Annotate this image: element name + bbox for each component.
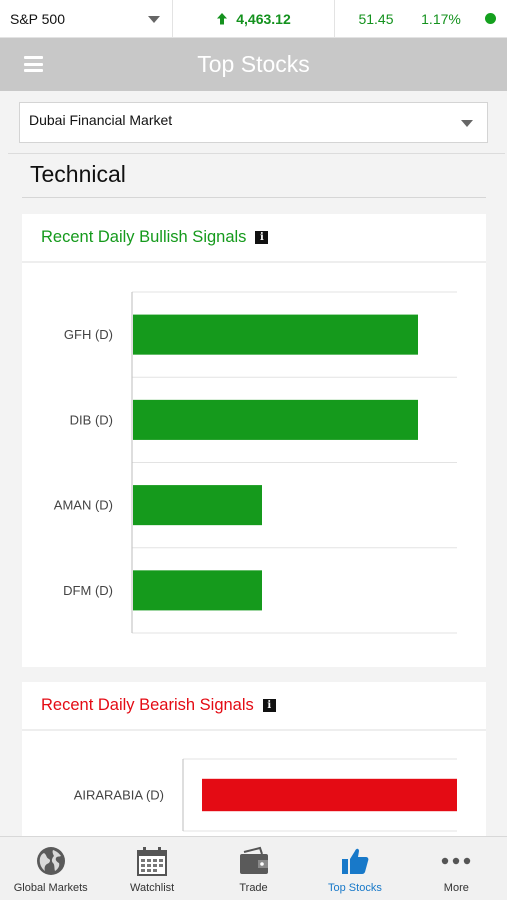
page-title: Top Stocks [197, 51, 310, 77]
index-value: 4,463.12 [236, 10, 291, 27]
index-label: S&P 500 [10, 10, 66, 27]
nav-label: Watchlist [130, 882, 175, 894]
nav-label: Trade [239, 882, 268, 894]
info-icon[interactable]: i [255, 231, 269, 244]
market-dropdown-value: Dubai Financial Market [29, 112, 173, 128]
divider [22, 197, 486, 198]
thumbs-up-icon [339, 845, 371, 877]
chevron-down-icon [461, 120, 473, 127]
bar [133, 314, 418, 355]
bullish-card-title: Recent Daily Bullish Signals [41, 228, 247, 246]
index-percent: 1.17% [421, 10, 461, 27]
market-dropdown[interactable]: Dubai Financial Market [19, 102, 488, 143]
arrow-up-icon [217, 13, 228, 25]
nav-label: More [443, 882, 469, 894]
market-status-dot [485, 13, 496, 24]
market-selector-area: Dubai Financial Market [0, 91, 507, 154]
chevron-down-icon [148, 15, 160, 23]
nav-more[interactable]: More [406, 837, 507, 900]
bar [133, 485, 262, 526]
index-value-cell: 4,463.12 [173, 0, 335, 38]
index-selector[interactable]: S&P 500 [0, 0, 173, 38]
tick-label: AMAN (D) [54, 498, 113, 513]
calendar-grid-icon [136, 845, 168, 877]
section-title: Technical [30, 161, 126, 187]
more-dots-icon [440, 845, 472, 877]
globe-icon [35, 845, 67, 877]
tick-label: AIRARABIA (D) [74, 788, 164, 803]
bearish-signals-card: Recent Daily Bearish Signals i AIRARABIA… [22, 682, 486, 836]
tick-label: GFH (D) [64, 327, 113, 342]
bottom-nav: Global Markets Watchlist Trade Top Stock… [0, 836, 507, 900]
bearish-chart: AIRARABIA (D) [74, 758, 457, 832]
bar [133, 570, 262, 611]
bullish-card-header: Recent Daily Bullish Signals i [22, 214, 486, 263]
nav-label: Global Markets [13, 882, 88, 894]
index-change: 51.45 [358, 10, 394, 27]
hamburger-menu-icon[interactable] [24, 56, 43, 72]
wallet-icon [238, 845, 270, 877]
nav-top-stocks[interactable]: Top Stocks [304, 837, 405, 900]
bar [202, 778, 457, 812]
app-header: Top Stocks [0, 38, 507, 91]
info-icon[interactable]: i [262, 699, 276, 712]
bullish-signals-card: Recent Daily Bullish Signals i GFH (D) DI… [22, 214, 486, 667]
nav-label: Top Stocks [328, 882, 382, 894]
ticker-bar: S&P 500 4,463.12 51.45 1.17% [0, 0, 507, 38]
tick-label: DIB (D) [70, 412, 113, 427]
bullish-chart: GFH (D) DIB (D) AMAN (D) DFM (D) [54, 291, 457, 634]
nav-trade[interactable]: Trade [203, 837, 304, 900]
nav-global-markets[interactable]: Global Markets [0, 837, 101, 900]
nav-watchlist[interactable]: Watchlist [101, 837, 202, 900]
bar [133, 399, 418, 440]
divider [8, 153, 505, 154]
bearish-card-header: Recent Daily Bearish Signals i [22, 682, 486, 731]
tick-label: DFM (D) [63, 583, 113, 598]
bearish-card-title: Recent Daily Bearish Signals [41, 696, 254, 714]
